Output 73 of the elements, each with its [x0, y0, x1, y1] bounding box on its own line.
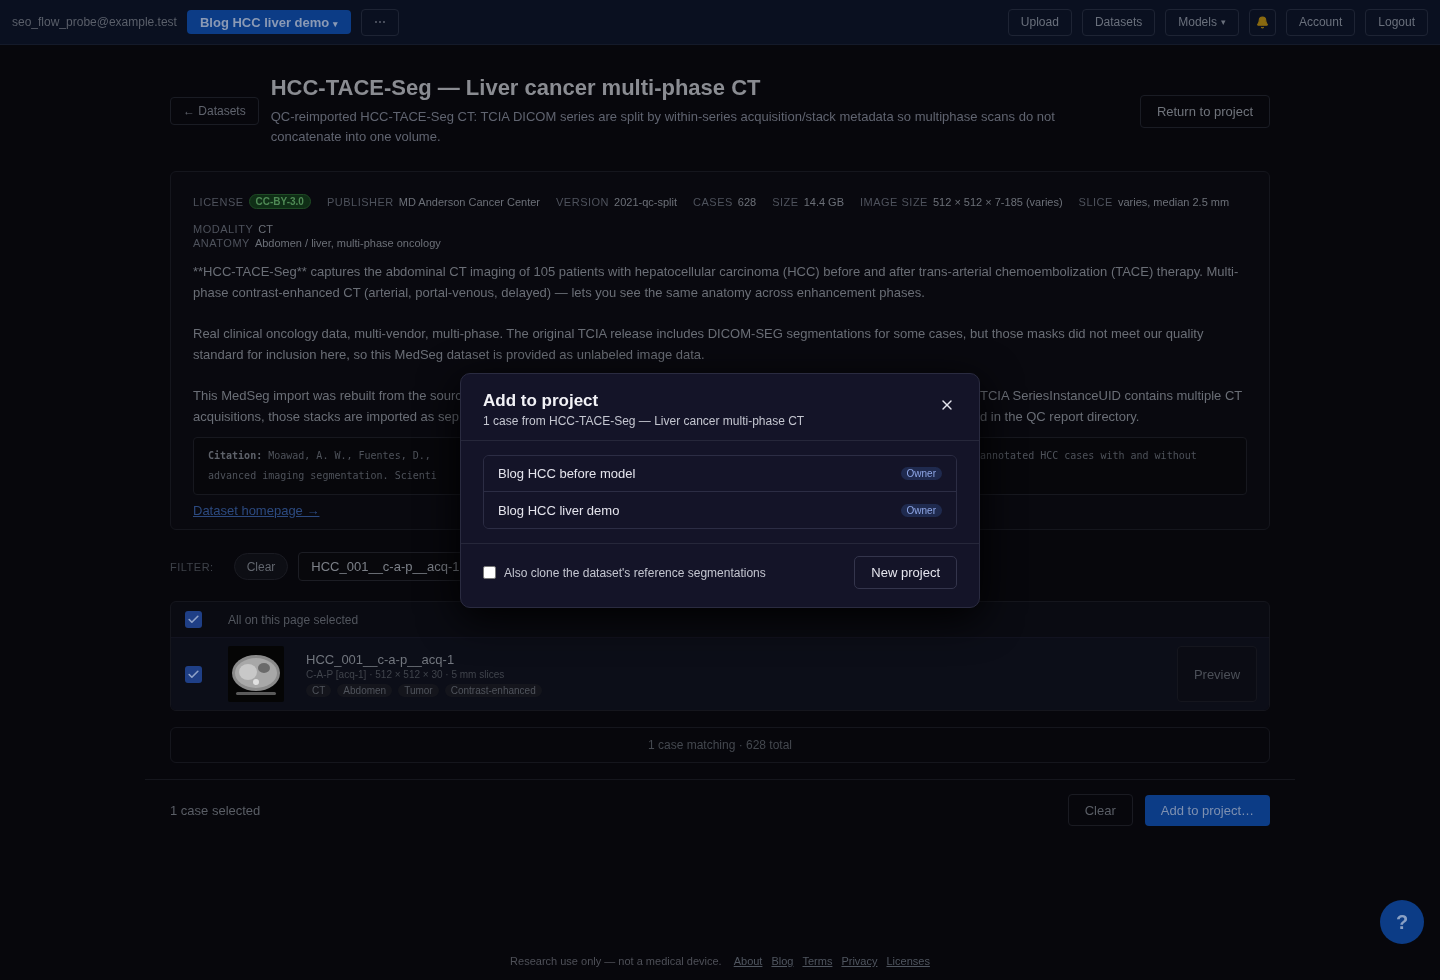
- meta-label: SLICE: [1078, 195, 1113, 208]
- clone-checkbox[interactable]: [483, 566, 496, 579]
- meta-label: LICENSE: [193, 195, 244, 208]
- role-tag: Owner: [900, 503, 942, 517]
- meta-value: 628: [737, 195, 757, 208]
- page-subtitle: QC-reimported HCC-TACE-Seg CT: TCIA DICOM series are split by within-series acquisition/stack metadata so multiphase scans do not concatenate into one volume.: [270, 108, 1056, 146]
- clear-filter-button[interactable]: Clear: [233, 553, 289, 580]
- citation-text: advanced imaging segmentation. Scienti: [208, 469, 438, 483]
- nav-button[interactable]: Account: [1285, 8, 1356, 36]
- preview-button[interactable]: Preview: [1177, 646, 1257, 702]
- case-tag: CT: [306, 683, 332, 697]
- page-title: HCC-TACE-Seg — Liver cancer multi-phase CT: [270, 75, 762, 101]
- help-button[interactable]: ?: [1380, 900, 1424, 944]
- selection-count: 1 case selected: [170, 802, 262, 818]
- check-icon: [187, 613, 200, 626]
- footer-link[interactable]: Terms: [802, 955, 833, 967]
- meta-label: PUBLISHER: [326, 195, 394, 208]
- nav-button[interactable]: Datasets: [1081, 8, 1156, 36]
- project-option[interactable]: Blog HCC before model Owner: [484, 456, 956, 492]
- citation-text: Citation: Moawad, A. W., Fuentes, D.,: [208, 449, 432, 463]
- description-paragraph: **HCC-TACE-Seg** captures the abdominal CT imaging of 105 patients with hepatocellular carcinoma (HCC) before and after trans-arterial chemoembolization (TACE) therapy. Multi-phase contrast-enhanced CT (arterial, portal-venous, delayed) — lets you see the same anatomy across enhancement phases.: [193, 263, 1240, 302]
- more-button[interactable]: ⋯: [361, 8, 400, 36]
- select-all-label: All on this page selected: [228, 612, 359, 627]
- description-text: This MedSeg import was rebuilt from the sourc: [193, 387, 460, 405]
- check-icon: [187, 667, 200, 681]
- add-to-project-button[interactable]: Add to project…: [1144, 794, 1270, 826]
- nav-button[interactable]: Upload: [1007, 8, 1072, 36]
- footer-link[interactable]: Blog: [771, 955, 794, 967]
- disclaimer-text: Research use only — not a medical device.: [510, 955, 722, 967]
- user-email: seo_flow_probe@example.test: [12, 15, 177, 29]
- row-checkbox[interactable]: [185, 665, 202, 683]
- case-tag: Contrast-enhanced: [444, 683, 542, 697]
- description-paragraph: Real clinical oncology data, multi-vendor, multi-phase. The original TCIA release includes DICOM-SEG segmentations for some cases, but those masks did not meet our quality standard for inclusion here, so this MedSeg dataset is provided as unlabeled image data.: [193, 325, 1205, 364]
- case-tag: Tumor: [398, 683, 439, 697]
- bell-icon: [1255, 15, 1269, 29]
- select-all-checkbox[interactable]: [185, 611, 202, 628]
- role-tag: Owner: [900, 467, 942, 480]
- meta-label: SIZE: [772, 195, 799, 208]
- nav-menu-button[interactable]: Models ▾: [1165, 8, 1239, 36]
- meta-label: CASES: [693, 195, 733, 208]
- homepage-link[interactable]: Dataset homepage →: [193, 503, 320, 518]
- meta-label: ANATOMY: [193, 237, 250, 249]
- meta-label: MODALITY: [193, 223, 254, 235]
- dialog-title: Add to project: [483, 391, 600, 411]
- meta-value: MD Anderson Cancer Center: [398, 195, 541, 208]
- notifications-button[interactable]: [1248, 8, 1276, 36]
- project-switcher[interactable]: Blog HCC liver demo ▾: [186, 10, 352, 34]
- citation-text: annotated HCC cases with and without: [980, 449, 1198, 463]
- filter-label: FILTER:: [170, 560, 214, 573]
- description-text: d in the QC report directory.: [980, 408, 1141, 426]
- meta-label: VERSION: [556, 195, 610, 208]
- new-project-button[interactable]: New project: [854, 556, 957, 589]
- case-name: HCC_001__c-a-p__acq-1: [306, 651, 456, 667]
- meta-value: CT: [258, 223, 273, 235]
- case-tag: Abdomen: [337, 683, 393, 697]
- return-button[interactable]: Return to project: [1139, 94, 1270, 128]
- back-button[interactable]: ← Datasets: [170, 97, 259, 125]
- meta-value: Abdomen / liver, multi-phase oncology: [254, 237, 441, 249]
- footer-link[interactable]: About: [733, 955, 763, 967]
- license-tag: CC-BY-3.0: [248, 194, 311, 209]
- nav-button[interactable]: Logout: [1365, 8, 1428, 36]
- footer-link[interactable]: Privacy: [841, 955, 878, 967]
- description-text: acquisitions, those stacks are imported as sep: [193, 408, 460, 426]
- description-text: TCIA SeriesInstanceUID contains multiple CT: [980, 387, 1244, 405]
- clear-selection-button[interactable]: Clear: [1067, 794, 1133, 826]
- meta-value: varies, median 2.5 mm: [1117, 195, 1230, 208]
- meta-value: 2021-qc-split: [614, 195, 678, 208]
- dialog-subtitle: 1 case from HCC-TACE-Seg — Liver cancer multi-phase CT: [483, 414, 806, 428]
- results-summary: 1 case matching · 628 total: [170, 727, 1270, 763]
- footer-link[interactable]: Licenses: [886, 955, 930, 967]
- meta-label: IMAGE SIZE: [860, 195, 928, 208]
- meta-value: 512 × 512 × 7-185 (varies): [932, 195, 1063, 208]
- meta-value: 14.4 GB: [803, 195, 844, 208]
